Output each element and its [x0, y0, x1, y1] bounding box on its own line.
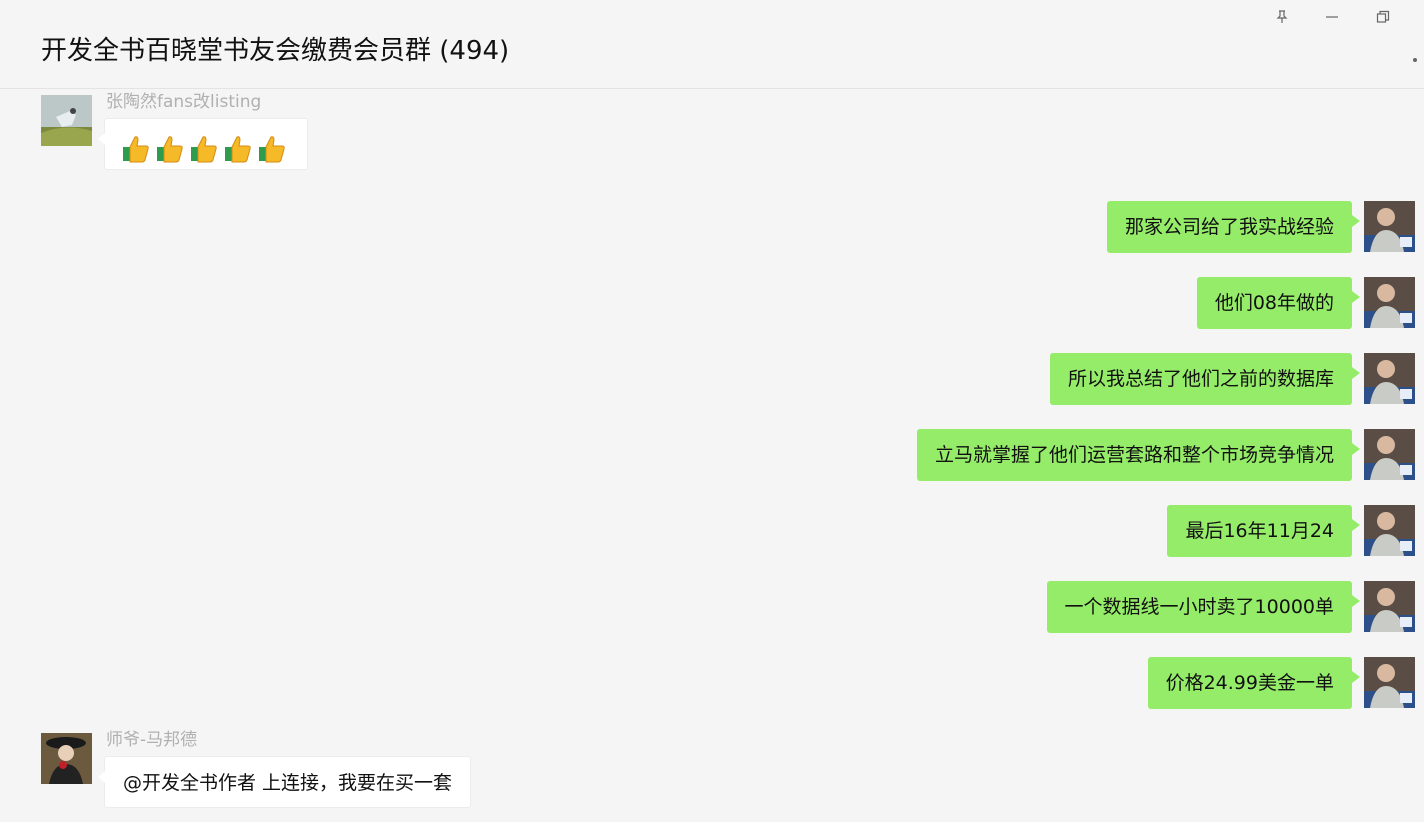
message-bubble[interactable]: 立马就掌握了他们运营套路和整个市场竞争情况	[916, 429, 1361, 481]
avatar-sender-2[interactable]	[41, 733, 92, 784]
message-bubble[interactable]: 所以我总结了他们之前的数据库	[1049, 353, 1361, 405]
chat-title[interactable]: 开发全书百晓堂书友会缴费会员群 (494)	[41, 30, 509, 67]
avatar-self[interactable]	[1364, 581, 1415, 632]
message-bubble[interactable]: 最后16年11月24	[1167, 505, 1360, 557]
sender-name: 张陶然fans改listing	[106, 92, 262, 112]
avatar-self[interactable]	[1364, 277, 1415, 328]
message-bubble[interactable]: @开发全书作者 上连接，我要在买一套	[97, 756, 472, 808]
avatar-self[interactable]	[1364, 353, 1415, 404]
message-bubble[interactable]: 那家公司给了我实战经验	[1106, 201, 1361, 253]
avatar-self[interactable]	[1364, 201, 1415, 252]
thumbs-up-icon	[257, 131, 287, 162]
restore-icon[interactable]	[1372, 6, 1394, 28]
message-bubble[interactable]: 价格24.99美金一单	[1147, 657, 1361, 709]
pin-icon[interactable]	[1271, 6, 1293, 28]
minimize-icon[interactable]	[1321, 6, 1343, 28]
thumbs-up-emoji-group	[121, 131, 287, 162]
avatar-sender-1[interactable]	[41, 95, 92, 146]
avatar-self[interactable]	[1364, 429, 1415, 480]
message-list[interactable]: 张陶然fans改listing 那家公司给了我实战经验 他们08年做的 所以我总…	[0, 89, 1424, 822]
sender-name: 师爷-马邦德	[106, 730, 198, 750]
chat-header: 开发全书百晓堂书友会缴费会员群 (494)	[0, 0, 1424, 89]
thumbs-up-icon	[155, 131, 185, 162]
message-bubble[interactable]: 他们08年做的	[1196, 277, 1361, 329]
avatar-self[interactable]	[1364, 505, 1415, 556]
more-icon[interactable]	[1413, 58, 1417, 62]
avatar-self[interactable]	[1364, 657, 1415, 708]
thumbs-up-icon	[189, 131, 219, 162]
thumbs-up-icon	[223, 131, 253, 162]
message-bubble[interactable]	[98, 118, 308, 170]
scrollbar[interactable]	[1420, 89, 1424, 822]
message-bubble[interactable]: 一个数据线一小时卖了10000单	[1046, 581, 1361, 633]
thumbs-up-icon	[121, 131, 151, 162]
